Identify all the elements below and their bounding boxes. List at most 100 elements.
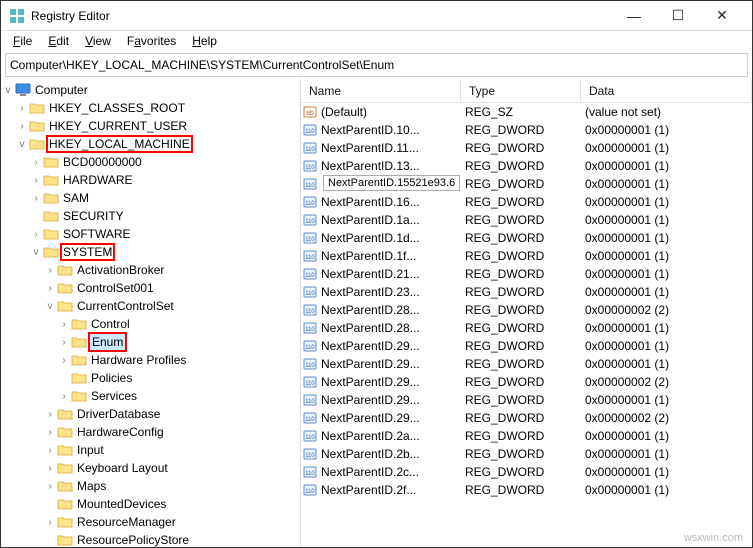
- tree-item[interactable]: ›Keyboard Layout: [1, 459, 300, 477]
- menu-help[interactable]: Help: [186, 32, 223, 50]
- value-row[interactable]: 110 NextParentID.1d... REG_DWORD 0x00000…: [301, 229, 752, 247]
- close-button[interactable]: ✕: [700, 1, 744, 31]
- expander-icon[interactable]: v: [1, 85, 15, 96]
- tree-item[interactable]: SECURITY: [1, 207, 300, 225]
- menu-file[interactable]: File: [7, 32, 38, 50]
- tree-label[interactable]: Maps: [75, 478, 108, 494]
- tree-label[interactable]: ControlSet001: [75, 280, 156, 296]
- tree-item[interactable]: › HardwareConfig: [1, 423, 300, 441]
- tree-label[interactable]: DriverDatabase: [75, 406, 162, 422]
- tree-item[interactable]: › HKEY_CLASSES_ROOT: [1, 99, 300, 117]
- value-row[interactable]: 110 NextParentID.15521e93.6 REG_DWORD 0x…: [301, 175, 752, 193]
- tree-item[interactable]: v HKEY_LOCAL_MACHINE: [1, 135, 300, 153]
- expander-icon[interactable]: ›: [43, 265, 57, 276]
- expander-icon[interactable]: ›: [29, 229, 43, 240]
- value-row[interactable]: 110 NextParentID.1a... REG_DWORD 0x00000…: [301, 211, 752, 229]
- tree-label[interactable]: Control: [89, 316, 132, 332]
- tree-label[interactable]: HardwareConfig: [75, 424, 166, 440]
- expander-icon[interactable]: v: [15, 139, 29, 150]
- tree-label[interactable]: Hardware Profiles: [89, 352, 188, 368]
- expander-icon[interactable]: [57, 373, 71, 384]
- expander-icon[interactable]: ›: [57, 355, 71, 366]
- maximize-button[interactable]: ☐: [656, 1, 700, 31]
- expander-icon[interactable]: ›: [29, 157, 43, 168]
- expander-icon[interactable]: ›: [43, 445, 57, 456]
- tree-item[interactable]: › Enum: [1, 333, 300, 351]
- tree-label[interactable]: SAM: [61, 190, 91, 206]
- expander-icon[interactable]: ›: [43, 427, 57, 438]
- expander-icon[interactable]: ›: [29, 193, 43, 204]
- tree-label[interactable]: Services: [89, 388, 139, 404]
- expander-icon[interactable]: ›: [15, 103, 29, 114]
- tree-label[interactable]: HKEY_LOCAL_MACHINE: [47, 136, 192, 152]
- tree-item[interactable]: ›ActivationBroker: [1, 261, 300, 279]
- expander-icon[interactable]: ›: [57, 337, 71, 348]
- tree-item[interactable]: Policies: [1, 369, 300, 387]
- tree-label[interactable]: Keyboard Layout: [75, 460, 170, 476]
- menu-favorites[interactable]: Favorites: [121, 32, 182, 50]
- tree-label[interactable]: SOFTWARE: [61, 226, 133, 242]
- tree-label[interactable]: Policies: [89, 370, 134, 386]
- address-bar[interactable]: Computer\HKEY_LOCAL_MACHINE\SYSTEM\Curre…: [5, 53, 748, 77]
- expander-icon[interactable]: [43, 499, 57, 510]
- value-row[interactable]: 110 NextParentID.2f... REG_DWORD 0x00000…: [301, 481, 752, 499]
- value-row[interactable]: 110 NextParentID.16... REG_DWORD 0x00000…: [301, 193, 752, 211]
- tree-pane[interactable]: v Computer › HKEY_CLASSES_ROOT›HKEY_CURRENT…: [1, 79, 301, 547]
- value-row[interactable]: 110 NextParentID.2a... REG_DWORD 0x00000…: [301, 427, 752, 445]
- tree-item[interactable]: v SYSTEM: [1, 243, 300, 261]
- tree-item[interactable]: › Services: [1, 387, 300, 405]
- expander-icon[interactable]: v: [43, 301, 57, 312]
- tree-label[interactable]: Enum: [89, 333, 126, 351]
- expander-icon[interactable]: ›: [57, 391, 71, 402]
- tree-item[interactable]: › BCD00000000: [1, 153, 300, 171]
- minimize-button[interactable]: ―: [612, 1, 656, 31]
- col-type[interactable]: Type: [461, 80, 581, 102]
- expander-icon[interactable]: ›: [57, 319, 71, 330]
- tree-label[interactable]: Input: [75, 442, 106, 458]
- value-row[interactable]: 110 NextParentID.29... REG_DWORD 0x00000…: [301, 373, 752, 391]
- value-row[interactable]: 110 NextParentID.29... REG_DWORD 0x00000…: [301, 409, 752, 427]
- value-row[interactable]: 110 NextParentID.21... REG_DWORD 0x00000…: [301, 265, 752, 283]
- tree-item[interactable]: › Hardware Profiles: [1, 351, 300, 369]
- expander-icon[interactable]: ›: [15, 121, 29, 132]
- tree-item[interactable]: › ControlSet001: [1, 279, 300, 297]
- expander-icon[interactable]: ›: [29, 175, 43, 186]
- menu-edit[interactable]: Edit: [42, 32, 75, 50]
- value-row[interactable]: 110 NextParentID.11... REG_DWORD 0x00000…: [301, 139, 752, 157]
- tree-label[interactable]: ResourceManager: [75, 514, 178, 530]
- expander-icon[interactable]: [29, 211, 43, 222]
- value-row[interactable]: 110 NextParentID.2b... REG_DWORD 0x00000…: [301, 445, 752, 463]
- col-data[interactable]: Data: [581, 80, 752, 102]
- expander-icon[interactable]: ›: [43, 409, 57, 420]
- value-row[interactable]: 110 NextParentID.13... REG_DWORD 0x00000…: [301, 157, 752, 175]
- value-row[interactable]: 110 NextParentID.2c... REG_DWORD 0x00000…: [301, 463, 752, 481]
- tree-item[interactable]: › HARDWARE: [1, 171, 300, 189]
- tree-label[interactable]: HARDWARE: [61, 172, 135, 188]
- tree-label[interactable]: SECURITY: [61, 208, 126, 224]
- tree-item[interactable]: v CurrentControlSet: [1, 297, 300, 315]
- expander-icon[interactable]: ›: [43, 481, 57, 492]
- tree-item[interactable]: › Maps: [1, 477, 300, 495]
- tree-item[interactable]: ›HKEY_CURRENT_USER: [1, 117, 300, 135]
- expander-icon[interactable]: ›: [43, 283, 57, 294]
- value-row[interactable]: 110 NextParentID.29... REG_DWORD 0x00000…: [301, 337, 752, 355]
- tree-label[interactable]: CurrentControlSet: [75, 298, 176, 314]
- tree-item[interactable]: › Control: [1, 315, 300, 333]
- col-name[interactable]: Name: [301, 80, 461, 102]
- tree-label[interactable]: Computer: [33, 82, 90, 98]
- expander-icon[interactable]: v: [29, 247, 43, 258]
- value-row[interactable]: 110 NextParentID.23... REG_DWORD 0x00000…: [301, 283, 752, 301]
- tree-item[interactable]: › DriverDatabase: [1, 405, 300, 423]
- tree-label[interactable]: SYSTEM: [61, 244, 114, 260]
- tree-item[interactable]: ResourcePolicyStore: [1, 531, 300, 547]
- value-row[interactable]: 110 NextParentID.1f... REG_DWORD 0x00000…: [301, 247, 752, 265]
- expander-icon[interactable]: ›: [43, 517, 57, 528]
- tree-label[interactable]: HKEY_CLASSES_ROOT: [47, 100, 187, 116]
- tree-item[interactable]: v Computer: [1, 81, 300, 99]
- values-pane[interactable]: Name Type Data ab (Default) REG_SZ (valu…: [301, 79, 752, 547]
- tree-label[interactable]: MountedDevices: [75, 496, 168, 512]
- expander-icon[interactable]: [43, 535, 57, 546]
- value-row[interactable]: 110 NextParentID.28... REG_DWORD 0x00000…: [301, 301, 752, 319]
- tree-item[interactable]: › SAM: [1, 189, 300, 207]
- tree-label[interactable]: BCD00000000: [61, 154, 144, 170]
